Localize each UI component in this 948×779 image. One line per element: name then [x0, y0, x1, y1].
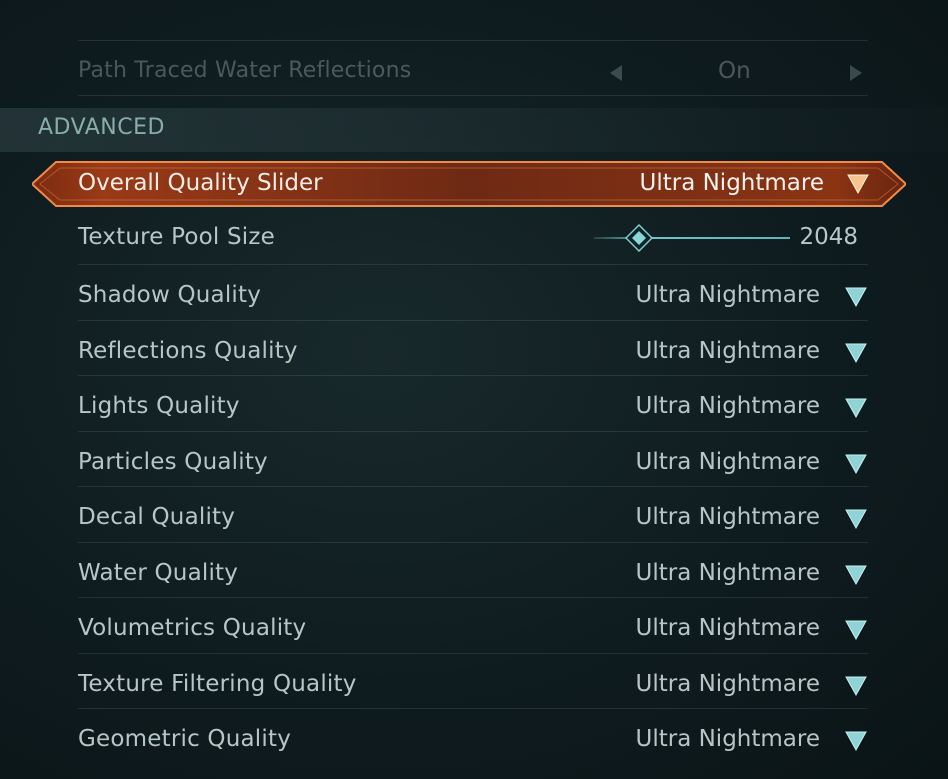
setting-label: Shadow Quality	[78, 282, 262, 308]
triangle-down-icon[interactable]	[845, 730, 867, 752]
triangle-down-icon[interactable]	[845, 453, 867, 475]
divider	[78, 320, 868, 321]
setting-row[interactable]: Decal Quality Ultra Nightmare	[78, 498, 870, 538]
setting-label: Overall Quality Slider	[78, 170, 323, 196]
setting-row-texture-pool-size[interactable]: Texture Pool Size 2048	[78, 218, 870, 258]
setting-row[interactable]: Volumetrics Quality Ultra Nightmare	[78, 609, 870, 649]
setting-row[interactable]: Particles Quality Ultra Nightmare	[78, 443, 870, 483]
setting-label: Decal Quality	[78, 504, 236, 530]
divider	[78, 95, 868, 96]
setting-row[interactable]: Water Quality Ultra Nightmare	[78, 554, 870, 594]
setting-value: Ultra Nightmare	[635, 560, 821, 586]
setting-label: Volumetrics Quality	[78, 615, 307, 641]
diamond-icon[interactable]	[624, 223, 654, 253]
triangle-down-icon[interactable]	[845, 342, 867, 364]
setting-row-path-traced-water-reflections[interactable]: Path Traced Water Reflections On	[78, 52, 870, 92]
section-title: ADVANCED	[38, 115, 165, 140]
triangle-down-icon[interactable]	[845, 675, 867, 697]
arrow-right-icon[interactable]	[848, 64, 864, 82]
arrow-left-icon[interactable]	[608, 64, 624, 82]
setting-label: Lights Quality	[78, 393, 240, 419]
setting-label: Texture Pool Size	[78, 224, 276, 250]
setting-row[interactable]: Geometric Quality Ultra Nightmare	[78, 720, 870, 760]
setting-value: Ultra Nightmare	[635, 726, 821, 752]
divider	[78, 486, 868, 487]
divider	[78, 264, 868, 265]
setting-value: Ultra Nightmare	[635, 393, 821, 419]
setting-value: On	[718, 58, 751, 84]
divider	[78, 597, 868, 598]
setting-row[interactable]: Lights Quality Ultra Nightmare	[78, 387, 870, 427]
setting-value: Ultra Nightmare	[635, 282, 821, 308]
triangle-down-icon[interactable]	[846, 172, 870, 196]
triangle-down-icon[interactable]	[845, 397, 867, 419]
setting-label: Texture Filtering Quality	[78, 671, 357, 697]
setting-row[interactable]: Texture Filtering Quality Ultra Nightmare	[78, 665, 870, 705]
setting-row[interactable]: Shadow Quality Ultra Nightmare	[78, 276, 870, 316]
setting-label: Path Traced Water Reflections	[78, 58, 412, 83]
divider	[78, 375, 868, 376]
setting-value: 2048	[799, 224, 858, 250]
setting-value: Ultra Nightmare	[635, 338, 821, 364]
slider-track[interactable]	[594, 237, 790, 239]
setting-value: Ultra Nightmare	[639, 170, 825, 196]
divider	[78, 542, 868, 543]
setting-value: Ultra Nightmare	[635, 504, 821, 530]
divider	[78, 40, 868, 41]
setting-label: Particles Quality	[78, 449, 268, 475]
setting-value: Ultra Nightmare	[635, 671, 821, 697]
texture-pool-slider[interactable]	[594, 222, 790, 254]
divider	[78, 431, 868, 432]
triangle-down-icon[interactable]	[845, 619, 867, 641]
setting-label: Water Quality	[78, 560, 239, 586]
divider	[78, 708, 868, 709]
divider	[78, 653, 868, 654]
setting-value: Ultra Nightmare	[635, 449, 821, 475]
setting-row[interactable]: Reflections Quality Ultra Nightmare	[78, 332, 870, 372]
setting-label: Geometric Quality	[78, 726, 292, 752]
triangle-down-icon[interactable]	[845, 286, 867, 308]
triangle-down-icon[interactable]	[845, 564, 867, 586]
triangle-down-icon[interactable]	[845, 508, 867, 530]
divider	[78, 206, 868, 207]
setting-row-overall-quality[interactable]: Overall Quality Slider Ultra Nightmare	[32, 160, 906, 208]
setting-label: Reflections Quality	[78, 338, 298, 364]
setting-value: Ultra Nightmare	[635, 615, 821, 641]
